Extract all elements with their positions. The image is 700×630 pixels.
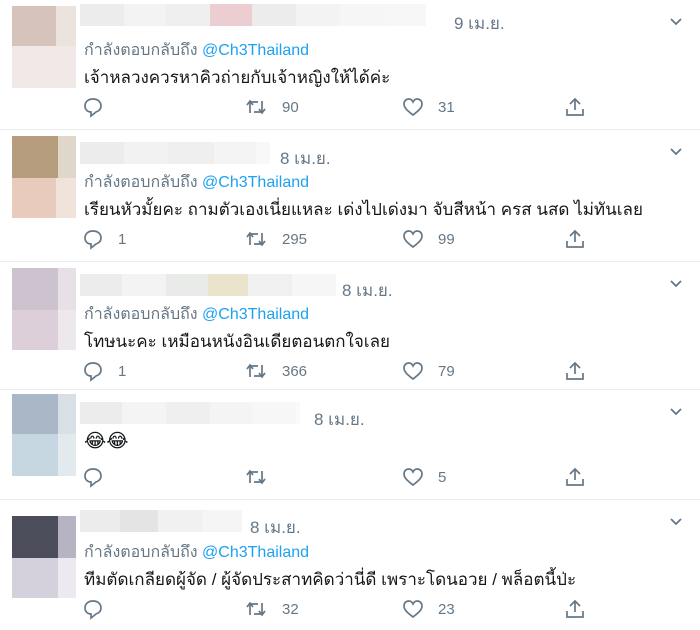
share-button[interactable] — [564, 466, 586, 488]
reply-button[interactable] — [82, 466, 118, 488]
tweet-item[interactable]: 8 เม.ย. 😂😂 5 — [0, 390, 700, 500]
tweet-actions: 90 31 — [82, 96, 602, 118]
chevron-down-icon[interactable] — [668, 14, 684, 30]
tweet-actions: 32 23 — [82, 598, 602, 620]
reply-count: 1 — [118, 362, 127, 380]
tweet-actions: 5 — [82, 466, 602, 488]
like-count: 31 — [438, 98, 455, 116]
reply-icon — [84, 98, 102, 118]
like-button[interactable]: 99 — [402, 228, 455, 250]
tweet-text: โทษนะคะ เหมือนหนังอินเดียตอนตกใจเลย — [84, 332, 390, 351]
heart-icon — [403, 468, 423, 487]
reply-prefix: กำลังตอบกลับถึง — [84, 42, 198, 59]
share-icon — [566, 97, 584, 116]
heart-icon — [403, 362, 423, 381]
avatar[interactable] — [12, 6, 76, 88]
avatar[interactable] — [12, 394, 76, 476]
tweet-text: ทีมตัดเกลียดผู้จัด / ผู้จัดประสาทคิดว่าน… — [84, 570, 577, 589]
share-button[interactable] — [564, 96, 586, 118]
reply-button[interactable]: 1 — [82, 228, 126, 250]
retweet-button[interactable]: 90 — [244, 96, 299, 118]
tweet-date[interactable]: 8 เม.ย. — [314, 406, 365, 433]
share-icon — [566, 467, 584, 486]
retweet-button[interactable]: 366 — [244, 360, 307, 382]
tweet-actions: 1 366 79 — [82, 360, 602, 382]
username-redacted[interactable] — [80, 274, 336, 296]
share-button[interactable] — [564, 360, 586, 382]
reply-button[interactable] — [82, 96, 118, 118]
like-count: 5 — [438, 468, 447, 486]
reply-handle-link[interactable]: @Ch3Thailand — [202, 174, 309, 191]
retweet-icon — [246, 601, 266, 617]
like-button[interactable]: 5 — [402, 466, 446, 488]
retweet-button[interactable]: 295 — [244, 228, 307, 250]
tweet-date[interactable]: 9 เม.ย. — [454, 10, 505, 37]
chevron-down-icon[interactable] — [668, 144, 684, 160]
reply-prefix: กำลังตอบกลับถึง — [84, 544, 198, 561]
username-redacted[interactable] — [80, 402, 300, 424]
chevron-down-icon[interactable] — [668, 514, 684, 530]
username-redacted[interactable] — [80, 4, 426, 26]
chevron-down-icon[interactable] — [668, 276, 684, 292]
reply-icon — [84, 230, 102, 250]
tweet-item[interactable]: 9 เม.ย. กำลังตอบกลับถึง @Ch3Thailand เจ้… — [0, 0, 700, 130]
like-count: 23 — [438, 600, 455, 618]
tweet-text: เจ้าหลวงควรหาคิวถ่ายกับเจ้าหญิงให้ได้ค่ะ — [84, 68, 391, 87]
retweet-icon — [246, 469, 266, 485]
like-button[interactable]: 31 — [402, 96, 455, 118]
reply-context: กำลังตอบกลับถึง @Ch3Thailand — [84, 540, 309, 565]
reply-context: กำลังตอบกลับถึง @Ch3Thailand — [84, 302, 309, 327]
heart-icon — [403, 600, 423, 619]
tweet-date[interactable]: 8 เม.ย. — [280, 145, 331, 172]
reply-prefix: กำลังตอบกลับถึง — [84, 306, 198, 323]
retweet-count: 295 — [282, 230, 308, 248]
like-button[interactable]: 23 — [402, 598, 455, 620]
like-count: 99 — [438, 230, 455, 248]
avatar[interactable] — [12, 136, 76, 218]
like-button[interactable]: 79 — [402, 360, 455, 382]
username-redacted[interactable] — [80, 142, 270, 164]
retweet-button[interactable] — [244, 466, 282, 488]
tweet-date[interactable]: 8 เม.ย. — [342, 277, 393, 304]
reply-button[interactable]: 1 — [82, 360, 126, 382]
reply-icon — [84, 600, 102, 620]
share-button[interactable] — [564, 228, 586, 250]
retweet-button[interactable]: 32 — [244, 598, 299, 620]
tweet-date[interactable]: 8 เม.ย. — [250, 514, 301, 541]
reply-icon — [84, 468, 102, 488]
share-icon — [566, 599, 584, 618]
heart-icon — [403, 98, 423, 117]
chevron-down-icon[interactable] — [668, 404, 684, 420]
reply-count: 1 — [118, 230, 127, 248]
tweet-item[interactable]: 8 เม.ย. กำลังตอบกลับถึง @Ch3Thailand เรี… — [0, 130, 700, 262]
reply-handle-link[interactable]: @Ch3Thailand — [202, 306, 309, 323]
reply-context: กำลังตอบกลับถึง @Ch3Thailand — [84, 38, 309, 63]
retweet-icon — [246, 231, 266, 247]
tweet-text: 😂😂 — [84, 431, 129, 452]
share-icon — [566, 361, 584, 380]
tweet-text: เรียนหัวมั้ยคะ ถามตัวเองเนี่ยแหละ เด่งไป… — [84, 200, 643, 219]
retweet-icon — [246, 363, 266, 379]
retweet-count: 90 — [282, 98, 299, 116]
tweet-actions: 1 295 99 — [82, 228, 602, 250]
retweet-count: 366 — [282, 362, 308, 380]
retweet-icon — [246, 99, 266, 115]
reply-handle-link[interactable]: @Ch3Thailand — [202, 42, 309, 59]
tweet-item[interactable]: 8 เม.ย. กำลังตอบกลับถึง @Ch3Thailand โทษ… — [0, 262, 700, 390]
reply-handle-link[interactable]: @Ch3Thailand — [202, 544, 309, 561]
retweet-count: 32 — [282, 600, 299, 618]
share-icon — [566, 229, 584, 248]
reply-button[interactable] — [82, 598, 118, 620]
username-redacted[interactable] — [80, 510, 242, 532]
heart-icon — [403, 230, 423, 249]
tweet-item[interactable]: 8 เม.ย. กำลังตอบกลับถึง @Ch3Thailand ทีม… — [0, 500, 700, 630]
reply-prefix: กำลังตอบกลับถึง — [84, 174, 198, 191]
avatar[interactable] — [12, 268, 76, 350]
like-count: 79 — [438, 362, 455, 380]
reply-icon — [84, 362, 102, 382]
avatar[interactable] — [12, 516, 76, 598]
reply-context: กำลังตอบกลับถึง @Ch3Thailand — [84, 170, 309, 195]
share-button[interactable] — [564, 598, 586, 620]
